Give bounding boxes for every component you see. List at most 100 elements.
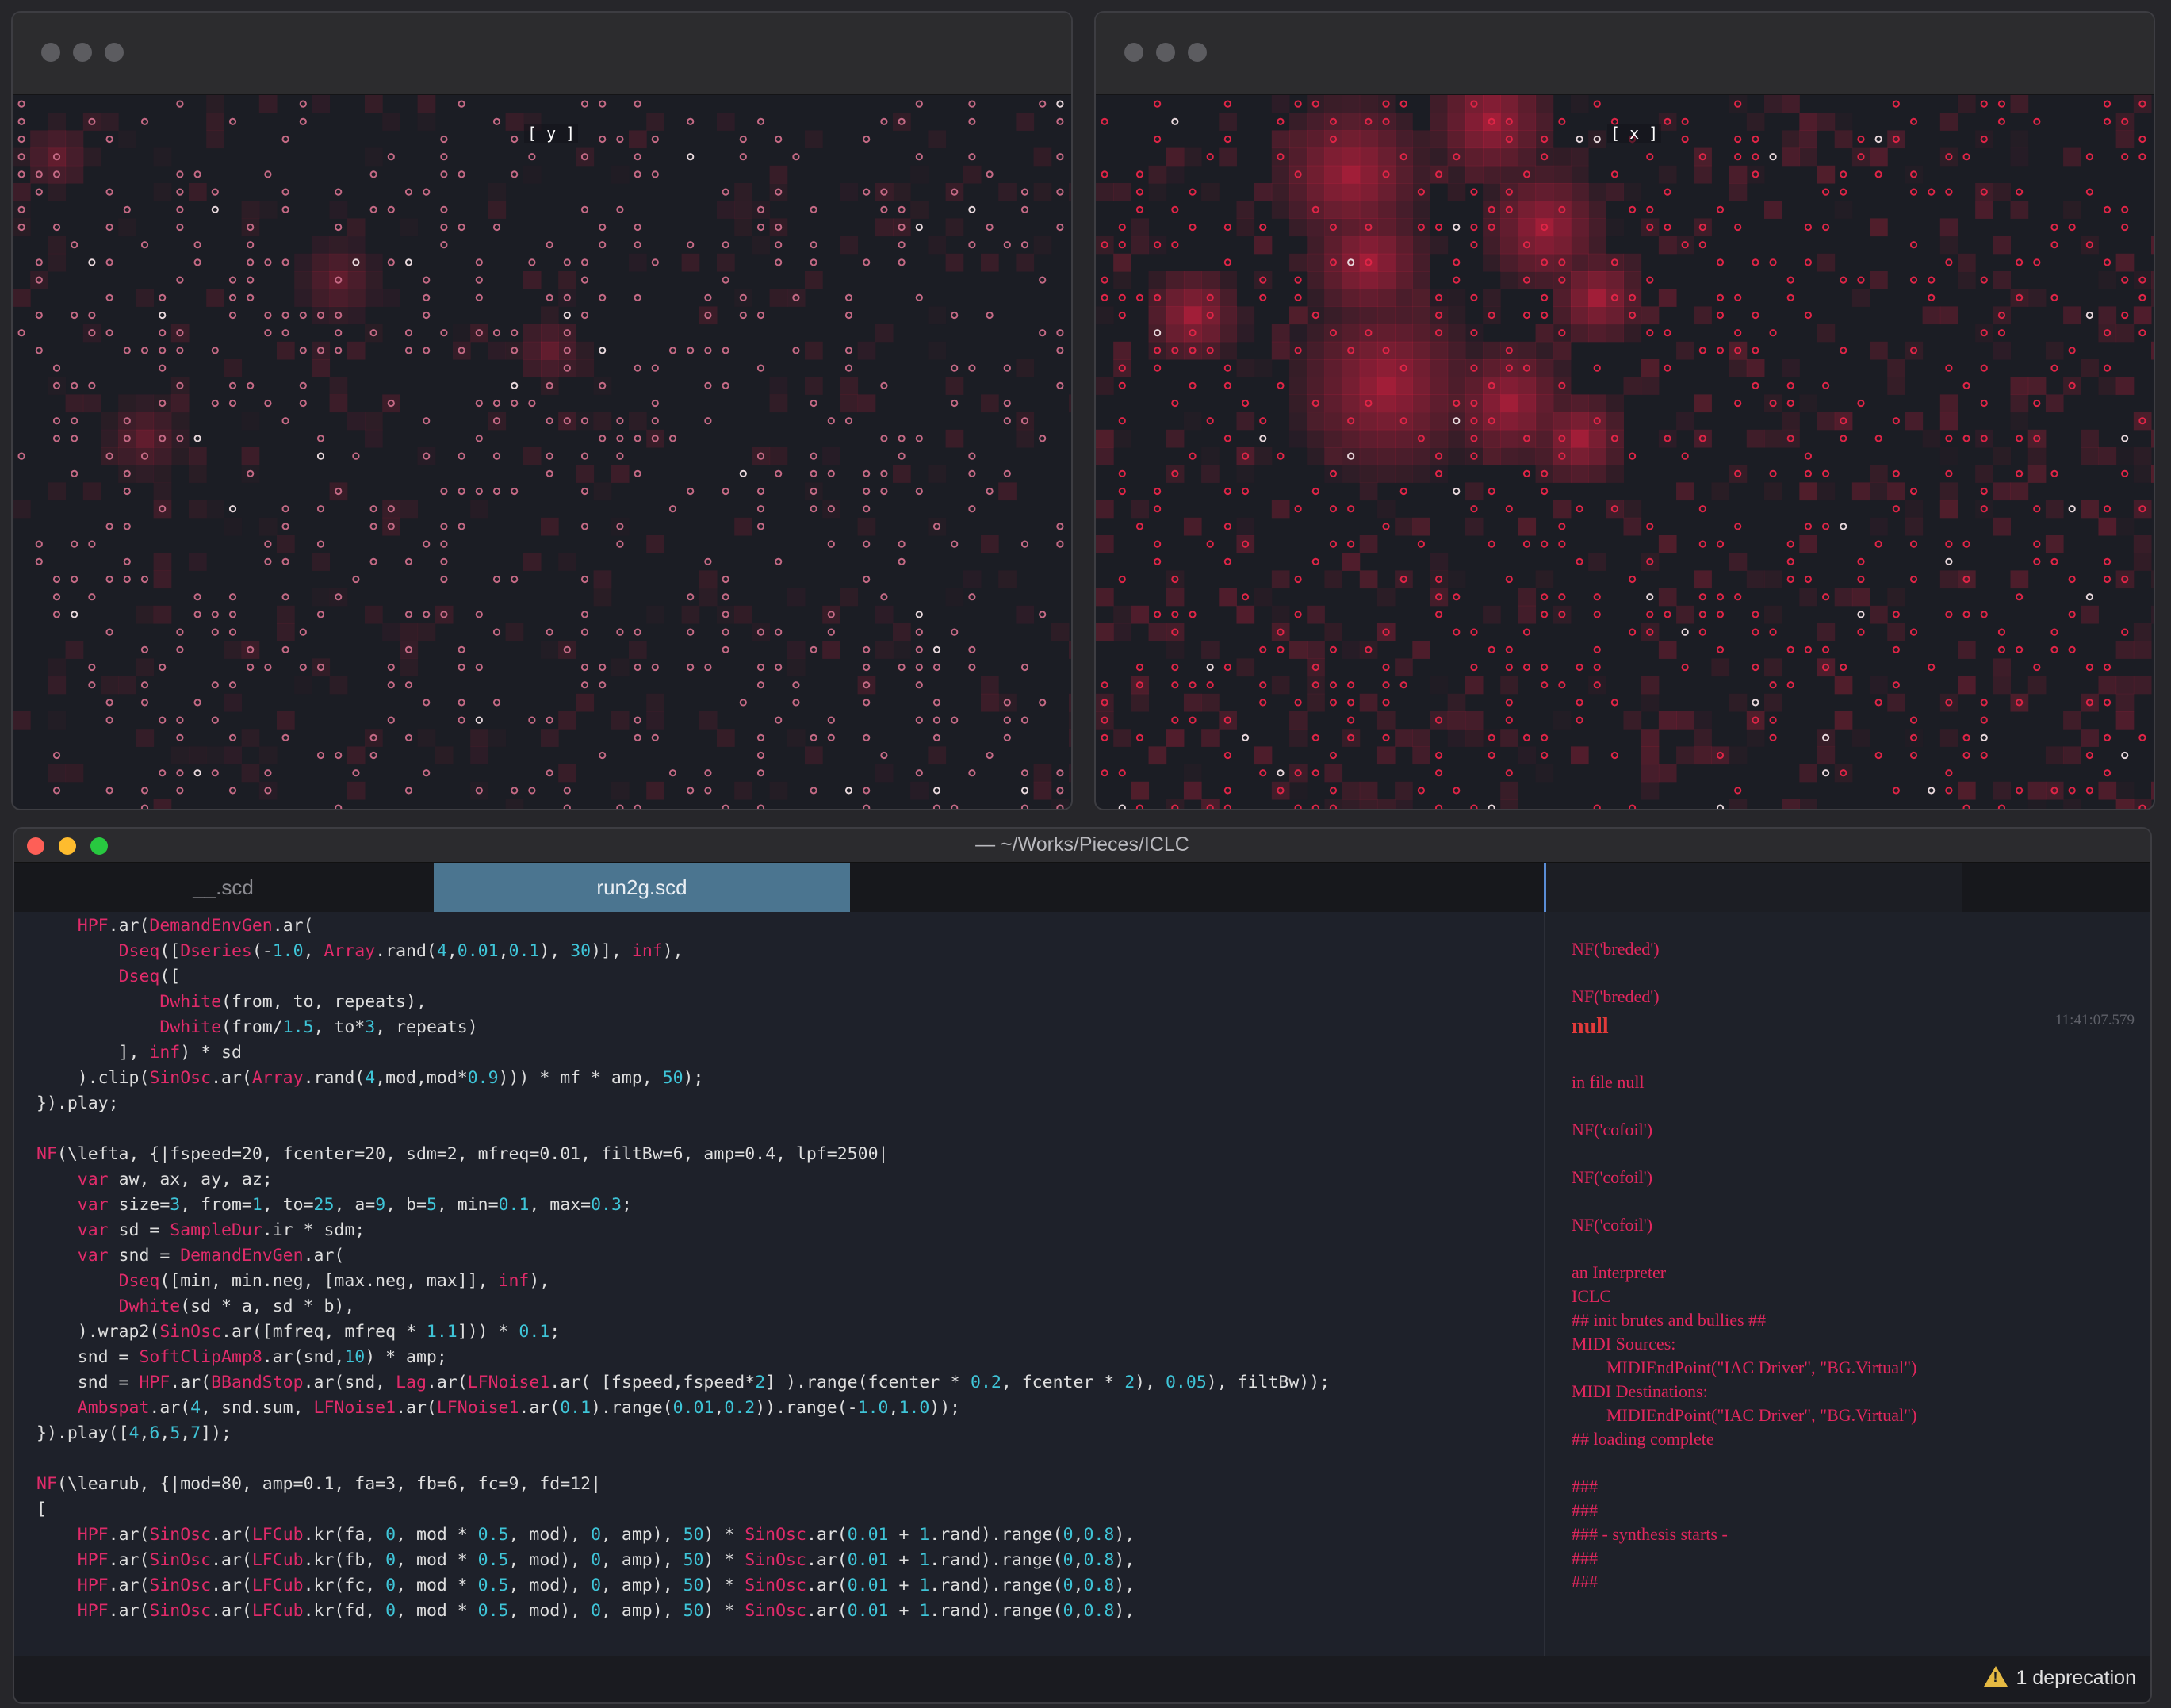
zoom-button[interactable] — [1188, 43, 1207, 62]
grid-cell — [1641, 218, 1660, 237]
tab-run2g-scd[interactable]: run2g.scd — [434, 863, 850, 912]
grid-cell — [2027, 799, 2047, 809]
grid-circle — [2103, 258, 2112, 266]
grid-cell — [1483, 147, 1501, 167]
grid-cell — [1271, 201, 1290, 219]
post-window-tab[interactable] — [1544, 863, 1962, 912]
grid-circle — [2016, 787, 2024, 795]
grid-circle — [228, 733, 237, 741]
grid-circle — [863, 540, 871, 548]
grid-cell — [1465, 412, 1484, 431]
grid-circle — [228, 293, 237, 301]
grid-cell — [1939, 693, 1958, 712]
grid-cell — [1483, 236, 1501, 255]
minimize-button[interactable] — [1156, 43, 1175, 62]
grid-circle — [1558, 523, 1566, 530]
grid-cell — [1500, 394, 1518, 413]
code-token: ], — [36, 1043, 150, 1063]
grid-cell — [1412, 412, 1430, 431]
grid-circle — [475, 487, 483, 496]
code-token: (from, to, repeats), — [221, 992, 427, 1012]
close-button[interactable] — [1124, 43, 1143, 62]
grid-circle — [1020, 205, 1029, 213]
grid-cell — [1342, 641, 1361, 659]
grid-cell — [787, 729, 806, 747]
grid-cell — [206, 130, 224, 149]
grid-circle — [1945, 540, 1953, 548]
grid-cell — [1166, 341, 1185, 360]
post-window[interactable]: 11:41:07.579 NF('breded') NF('breded') nul… — [1544, 912, 2150, 1656]
grid-cell — [1342, 429, 1361, 448]
grid-circle — [1840, 663, 1847, 672]
grid-circle — [1962, 751, 1970, 760]
grid-cell — [1500, 130, 1518, 149]
grid-circle — [1056, 329, 1064, 337]
grid-circle — [1206, 153, 1214, 161]
grid-cell — [1782, 95, 1800, 113]
grid-cell — [1324, 218, 1343, 237]
grid-cell — [646, 711, 664, 730]
grid-cell — [1412, 746, 1430, 765]
grid-cell — [1271, 500, 1290, 519]
grid-cell — [558, 359, 576, 377]
grid-circle — [1259, 223, 1267, 232]
grid-cell — [2027, 676, 2047, 695]
grid-cell — [1851, 588, 1870, 607]
grid-circle — [775, 258, 783, 266]
grid-cell — [1359, 289, 1378, 307]
grid-cell — [48, 377, 67, 395]
code-line: HPF.ar(SinOsc.ar(LFCub.kr(fa, 0, mod * 0… — [36, 1522, 1135, 1548]
grid-circle — [1206, 663, 1214, 672]
grid-cell — [1113, 605, 1131, 624]
grid-cell — [1324, 394, 1343, 413]
code-token: .kr(fa, — [303, 1525, 386, 1545]
grid-circle — [1277, 381, 1285, 389]
grid-cell — [1799, 764, 1818, 783]
code-editor[interactable]: HPF.ar(DemandEnvGen.ar( Dseq([Dseries(-1… — [14, 912, 1544, 1656]
grid-cell — [258, 517, 278, 536]
grid-circle — [1698, 593, 1706, 601]
grid-circle — [951, 540, 959, 548]
minimize-button[interactable] — [73, 43, 92, 62]
deprecation-warning[interactable]: ! 1 deprecation — [1984, 1666, 2136, 1690]
grid-circle — [316, 435, 325, 442]
grid-cell — [1799, 535, 1818, 553]
grid-cell — [593, 412, 612, 431]
grid-cell — [1412, 465, 1430, 483]
tab-underscore-scd[interactable]: __.scd — [14, 863, 432, 912]
grid-circle — [1488, 540, 1495, 548]
grid-cell — [1939, 394, 1958, 413]
grid-circle — [1470, 293, 1478, 301]
code-token: 0.5 — [477, 1576, 509, 1595]
grid-circle — [440, 241, 448, 249]
grid-cell — [1939, 147, 1958, 167]
grid-cell — [1975, 324, 1993, 343]
grid-cell — [2115, 799, 2135, 809]
code-token: SinOsc — [149, 1601, 212, 1621]
code-token: 1 — [919, 1550, 930, 1570]
grid-circle — [440, 205, 448, 213]
grid-cell — [717, 201, 735, 219]
grid-circle — [1118, 381, 1126, 389]
grid-circle — [193, 593, 201, 601]
grid-circle — [1769, 681, 1777, 689]
grid-cell — [1359, 130, 1378, 149]
grid-circle — [1241, 487, 1250, 496]
grid-cell — [1201, 799, 1220, 809]
grid-circle — [423, 293, 431, 301]
grid-cell — [1570, 394, 1589, 413]
grid-cell — [1763, 95, 1782, 113]
grid-cell — [258, 95, 278, 113]
grid-circle — [1135, 523, 1144, 530]
grid-circle — [722, 487, 729, 496]
code-token: 0.1 — [498, 1195, 530, 1215]
grid-circle — [1223, 364, 1231, 372]
close-button[interactable] — [41, 43, 60, 62]
code-token: 4 — [365, 1068, 376, 1088]
grid-circle — [1382, 523, 1390, 530]
grid-circle — [2121, 469, 2129, 477]
grid-circle — [722, 241, 729, 249]
zoom-button[interactable] — [105, 43, 124, 62]
grid-cell — [1342, 341, 1361, 360]
grid-cell — [1588, 465, 1606, 483]
